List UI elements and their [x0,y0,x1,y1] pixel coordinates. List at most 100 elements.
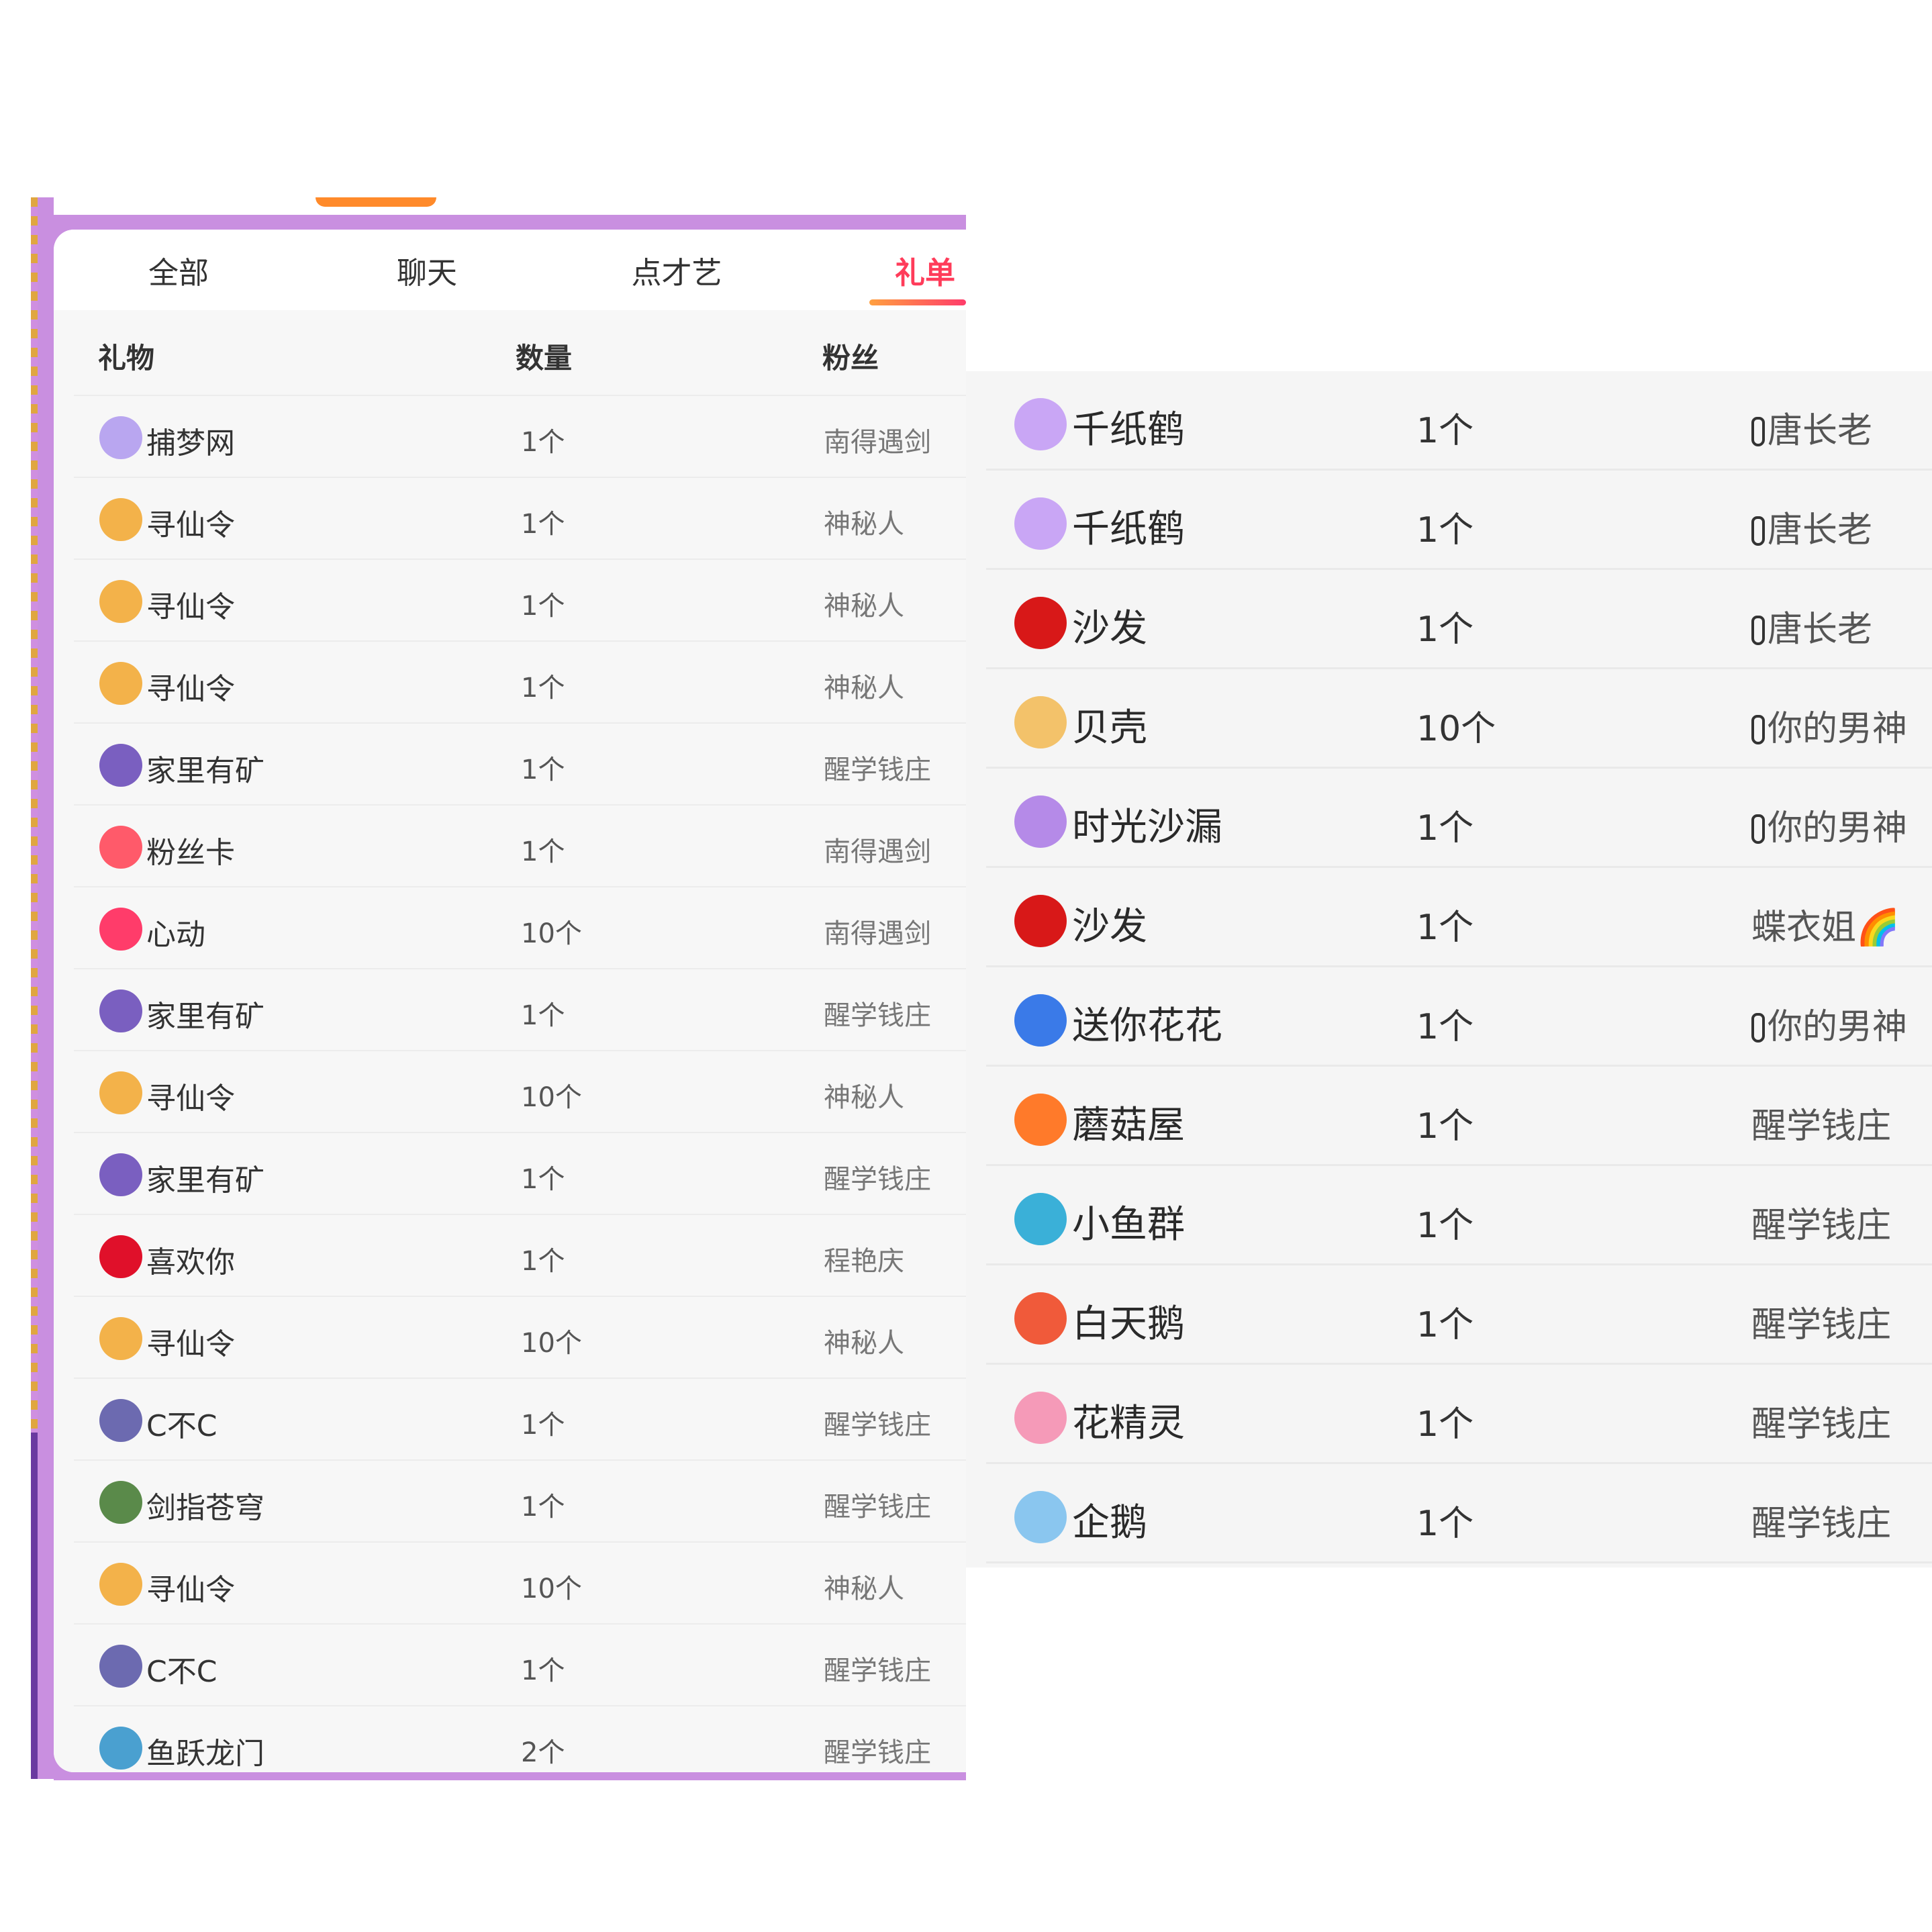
gift-name: 千纸鹤 [1072,408,1185,452]
gift-quantity: 1个 [521,1000,565,1031]
table-header: 礼物 数量 粉丝 [54,310,966,395]
gift-name: 粉丝卡 [146,836,235,870]
swan-icon [1014,1292,1067,1345]
tab-bar: 全部 聊天 点才艺 礼单 [54,230,966,310]
fan-cell: 醒学钱庄 [1751,1296,1891,1347]
table-row: 鱼跃龙门 2个 醒学钱庄 [74,1705,966,1772]
gift-rows: 捕梦网 1个 南得遇剑 寻仙令 1个 神秘人 寻仙令 1个 神秘人 寻仙令 1个 神秘人 家里有矿 1个醒… [74,395,966,1772]
immortal-token-icon [99,1563,142,1606]
fan-name: 南得遇剑 [824,836,931,867]
gift-name: C不C [146,1409,218,1443]
table-row: 寻仙令 1个 神秘人 [74,640,966,722]
fan-cell: 醒学钱庄 [1751,1396,1891,1446]
gift-quantity: 1个 [1416,908,1474,948]
fan-name: 神秘人 [824,509,904,540]
fan-name: 醒学钱庄 [1751,1206,1892,1246]
immortal-token-icon [99,498,142,541]
left-panel-edge-lower [31,1433,38,1779]
left-panel-edge [31,197,38,1433]
fan-name: 神秘人 [824,591,904,622]
gift-quantity: 1个 [521,427,565,458]
gift-quantity: 1个 [521,1410,565,1441]
gift-quantity: 1个 [521,673,565,704]
table-row: 蘑菇屋 1个 醒学钱庄 [986,1067,1932,1166]
table-row: 企鹅 1个 醒学钱庄 [986,1464,1932,1563]
love-heart-icon [99,1235,142,1278]
fan-name: 神秘人 [824,1574,904,1604]
gift-quantity: 10个 [521,1328,582,1359]
gift-name: 寻仙令 [146,1573,235,1607]
fan-name: 南得遇剑 [824,918,931,949]
gift-quantity: 1个 [1416,1504,1474,1544]
character-icon [99,1399,142,1442]
gift-quantity: 1个 [1416,808,1474,849]
fan-name: 你的男神 [1768,709,1908,749]
fan-cell: 醒学钱庄 [1751,1197,1891,1247]
table-row: 千纸鹤 1个 唐长老 [986,371,1932,471]
immortal-token-icon [99,580,142,623]
tab-talent[interactable]: 点才艺 [631,248,722,292]
fan-card-icon [99,826,142,869]
gift-quantity: 1个 [521,591,565,622]
fan-name: 神秘人 [824,1328,904,1359]
table-row: 捕梦网 1个 南得遇剑 [74,395,966,477]
gift-quantity: 1个 [1416,1305,1474,1345]
gift-name: 寻仙令 [146,508,235,542]
gift-quantity: 1个 [521,509,565,540]
gift-quantity: 1个 [521,1246,565,1277]
fan-cell: 唐长老 [1751,501,1872,552]
fan-badge-icon [1751,814,1765,844]
table-row: 小鱼群 1个 醒学钱庄 [986,1166,1932,1265]
tab-chat[interactable]: 聊天 [397,248,457,292]
table-row: 粉丝卡 1个 南得遇剑 [74,804,966,886]
fan-name: 程艳庆 [824,1246,904,1277]
table-row: 寻仙令 1个 神秘人 [74,477,966,559]
table-row: C不C 1个 醒学钱庄 [74,1378,966,1459]
fan-cell: 唐长老 [1751,402,1872,452]
penguin-icon [1014,1491,1067,1543]
table-row: 沙发 1个 唐长老 [986,570,1932,669]
table-row: 花精灵 1个 醒学钱庄 [986,1365,1932,1464]
fan-name: 你的男神 [1768,808,1908,849]
fan-cell: 唐长老 [1751,601,1872,651]
flower-ghost-icon [1014,994,1067,1047]
gift-name: 时光沙漏 [1072,806,1222,849]
fan-name: 蝶衣姐🌈 [1751,908,1900,948]
fan-badge-icon [1751,1013,1765,1043]
fan-name: 醒学钱庄 [824,1492,931,1523]
fan-name: 醒学钱庄 [824,1164,931,1195]
gift-name: 寻仙令 [146,1081,235,1116]
gift-name: 剑指苍穹 [146,1491,264,1525]
gift-quantity: 1个 [521,755,565,785]
gift-quantity: 1个 [1416,1206,1474,1246]
gift-quantity: 10个 [521,918,582,949]
fan-name: 你的男神 [1768,1007,1908,1047]
gift-list-panel: 全部 聊天 点才艺 礼单 礼物 数量 粉丝 捕梦网 1个 南得遇剑 寻仙令 1个 神秘人寻… [54,230,966,1772]
dreamcatcher-icon [99,416,142,459]
fan-cell: 你的男神 [1751,700,1907,751]
fan-name: 神秘人 [824,673,904,704]
gift-name: 企鹅 [1072,1501,1147,1545]
gift-table: 礼物 数量 粉丝 捕梦网 1个 南得遇剑 寻仙令 1个 神秘人 寻仙令 1个 神秘人 寻仙令 1个神… [54,310,966,1772]
gift-quantity: 1个 [521,836,565,867]
fan-name: 醒学钱庄 [1751,1404,1892,1445]
row-divider [986,1561,1932,1563]
fan-cell: 醒学钱庄 [1751,1098,1891,1148]
gift-name: 贝壳 [1072,706,1147,750]
header-fan: 粉丝 [822,342,879,375]
immortal-token-icon [99,1317,142,1360]
tab-all[interactable]: 全部 [148,248,209,292]
character-icon [99,1645,142,1688]
gift-quantity: 10个 [1416,709,1496,749]
table-row: 贝壳 10个 你的男神 [986,669,1932,769]
gift-name: 捕梦网 [146,426,235,461]
fan-name: 醒学钱庄 [1751,1106,1892,1147]
gift-name: 心动 [146,918,205,952]
fan-badge-icon [1751,715,1765,744]
gift-name: 花精灵 [1072,1402,1185,1445]
table-row: 喜欢你 1个 程艳庆 [74,1214,966,1296]
sofa-icon [1014,597,1067,649]
fan-cell: 你的男神 [1751,800,1907,850]
tab-gift-list[interactable]: 礼单 [895,248,955,292]
mine-icon [99,989,142,1032]
